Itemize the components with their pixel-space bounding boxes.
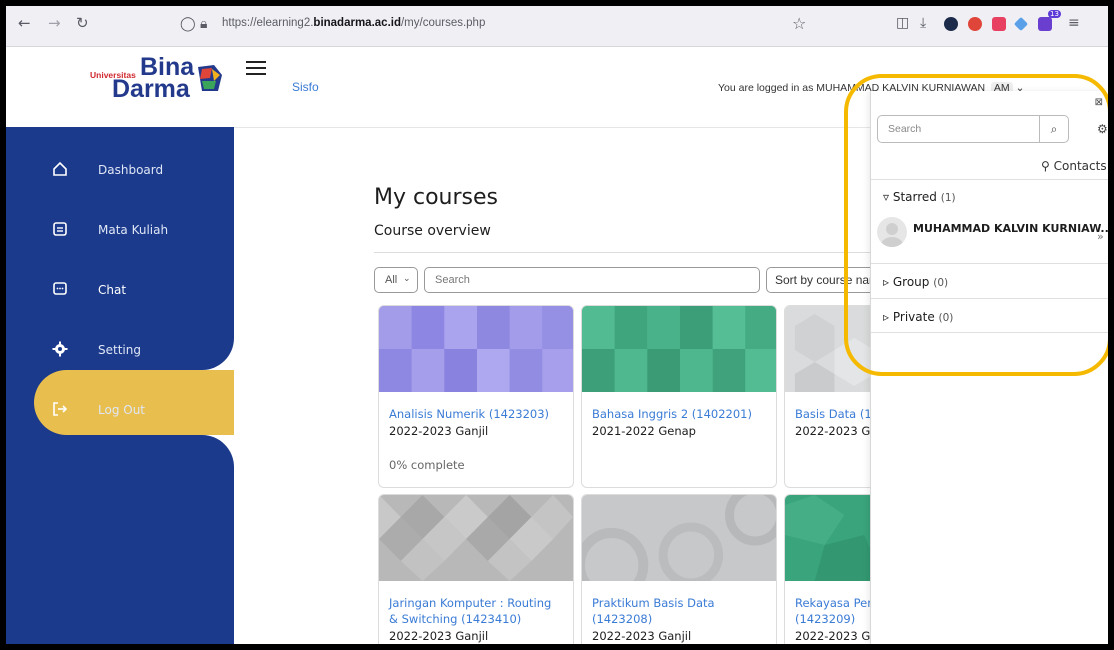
settings-gear-icon[interactable]: ⚙ [1097,122,1108,136]
extension-blue-icon[interactable] [1013,16,1029,32]
logo-mark-icon [198,65,222,91]
sidebar-item-label: Mata Kuliah [98,223,169,237]
caret-down-icon: ▿ [883,190,890,204]
site-logo[interactable]: Universitas Bina Darma [90,55,230,103]
home-icon [53,161,67,176]
close-drawer-icon[interactable]: ⊠ [1095,97,1103,108]
starred-count: (1) [940,192,956,204]
private-section-header[interactable]: ▹ Private (0) [871,298,1108,333]
course-card[interactable]: Jaringan Komputer : Routing & Switching … [378,494,574,644]
private-label: Private [892,310,935,324]
course-image [582,495,776,602]
sisfo-link[interactable]: Sisfo [292,80,319,94]
forward-icon[interactable]: → [48,14,61,32]
course-image [582,306,776,392]
lock-icon[interactable]: 🔒︎ [200,16,207,32]
starred-section-header[interactable]: ▿ Starred (1) [871,179,1108,212]
course-progress: 0% complete [389,458,465,472]
course-card[interactable]: Bahasa Inggris 2 (1402201) 2021-2022 Gen… [581,305,777,488]
page-title: My courses [374,185,498,210]
browser-toolbar: ← → ↻ ◯ 🔒︎ https://elearning2.binadarma.… [6,6,1108,47]
course-title[interactable]: Praktikum Basis Data (1423208) [592,595,766,627]
sidebar-item-setting[interactable]: Setting [6,324,234,376]
contacts-label: Contacts [1053,159,1107,173]
drawer-divider [871,332,1108,334]
sidebar-item-dashboard[interactable]: Dashboard [6,144,234,196]
menu-icon[interactable]: ≡ [1068,15,1080,31]
chat-icon [53,282,67,295]
sidebar-item-chat[interactable]: Chat [6,264,234,316]
sidebar-item-label: Dashboard [98,163,164,177]
sidebar-item-label: Chat [98,283,127,297]
app-window: ← → ↻ ◯ 🔒︎ https://elearning2.binadarma.… [6,6,1108,644]
starred-contact-name[interactable]: MUHAMMAD KALVIN KURNIAW... [913,222,1108,235]
drawer-search-input[interactable]: Search ⌕ [877,115,1069,143]
ublock-icon[interactable] [992,17,1006,31]
search-icon[interactable]: ⌕ [1039,116,1068,142]
reload-icon[interactable]: ↻ [76,14,89,32]
download-icon[interactable]: ⤓ [920,15,926,31]
course-term: 2022-2023 Ganjil [389,629,489,643]
course-search-input[interactable]: Search [424,267,760,293]
menu-toggle-button[interactable] [246,57,266,79]
starred-label: Starred [892,190,937,204]
course-term: 2022-2023 Ganjil [389,424,489,438]
address-bar[interactable]: ◯ 🔒︎ https://elearning2.binadarma.ac.id/… [176,12,826,39]
filter-value: All [385,274,398,286]
group-section-header[interactable]: ▹ Group (0) [871,263,1108,298]
gear-icon [52,341,68,357]
logout-icon [53,402,68,416]
sidebar-curve [202,435,234,467]
course-card[interactable]: Analisis Numerik (1423203) 2022-2023 Gan… [378,305,574,488]
group-label: Group [892,275,930,289]
bookmark-star-icon[interactable]: ☆ [792,14,806,33]
contacts-link[interactable]: ⚲ Contacts [1041,159,1107,173]
course-term: 2022-2023 Ganjil [592,629,692,643]
group-count: (0) [933,277,949,289]
course-term: 2021-2022 Genap [592,424,696,438]
sidebar-item-logout[interactable]: Log Out [6,384,234,436]
private-count: (0) [938,312,954,324]
folder-icon [53,222,67,236]
avatar[interactable] [877,217,907,247]
notification-badge: 13 [1048,10,1061,18]
chevron-right-icon[interactable]: » [1097,230,1104,243]
course-image [379,495,573,581]
sidebar: Dashboard Mata Kuliah Chat Setting Log O… [6,127,234,644]
course-title[interactable]: Analisis Numerik (1423203) [389,406,563,422]
sidebar-item-label: Setting [98,343,141,357]
sidebar-item-mata-kuliah[interactable]: Mata Kuliah [6,204,234,256]
course-title[interactable]: Jaringan Komputer : Routing & Switching … [389,595,563,627]
course-card[interactable]: Praktikum Basis Data (1423208) 2022-2023… [581,494,777,644]
chevron-down-icon: ⌄ [403,273,411,283]
extension-puzzle-icon[interactable] [1038,17,1052,31]
logo-text-darma: Darma [112,75,190,103]
course-title[interactable]: Bahasa Inggris 2 (1402201) [592,406,766,422]
search-placeholder: Search [435,274,470,286]
course-image [379,306,573,392]
sidebar-item-label: Log Out [98,403,146,417]
drawer-search-placeholder: Search [888,123,922,135]
pocket-icon[interactable]: ◫ [896,15,909,31]
caret-right-icon: ▹ [883,275,890,289]
filter-dropdown[interactable]: All ⌄ [374,267,418,293]
extension-dark-icon[interactable] [944,17,958,31]
shield-icon[interactable]: ◯ [180,16,196,32]
adblock-icon[interactable] [968,17,982,31]
back-icon[interactable]: ← [18,14,31,32]
url-text[interactable]: https://elearning2.binadarma.ac.id/my/co… [222,17,485,29]
section-title: Course overview [374,223,491,239]
caret-right-icon: ▹ [883,310,890,324]
messaging-drawer: ⊠ Search ⌕ ⚙ ⚲ Contacts ▿ Starred (1) MU… [870,91,1108,644]
contacts-person-icon: ⚲ [1041,159,1050,173]
